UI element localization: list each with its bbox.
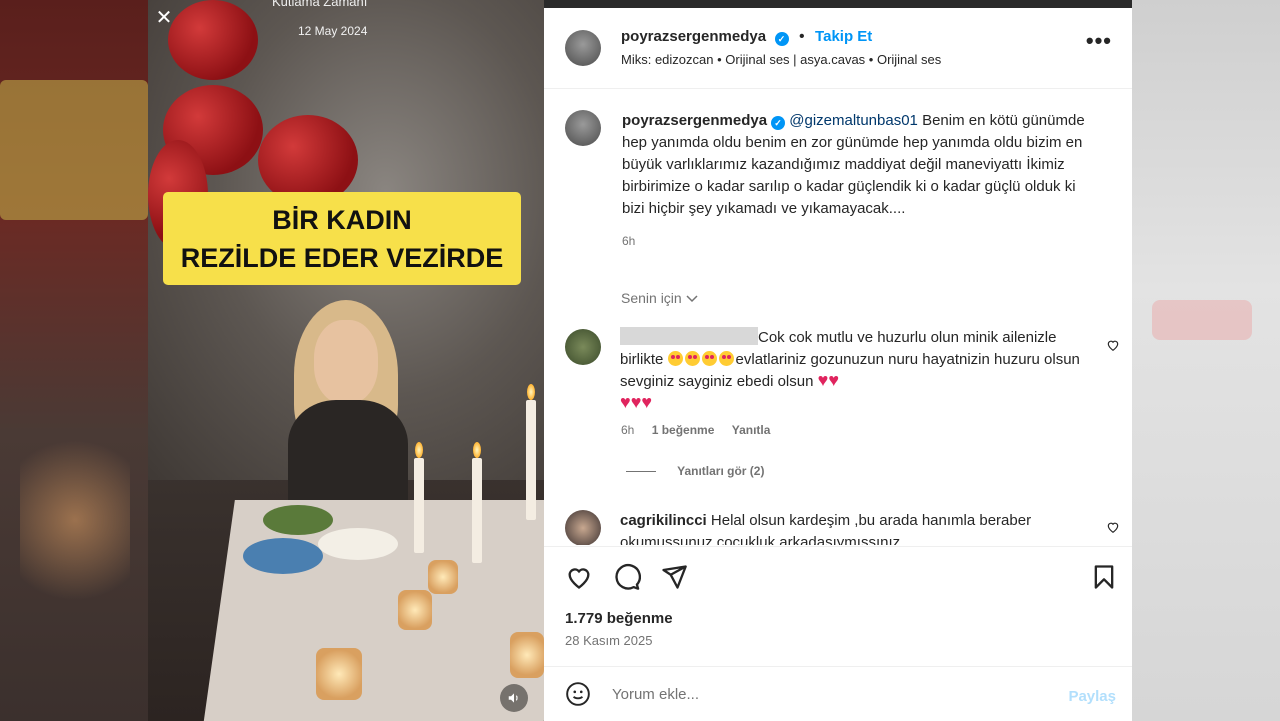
heart-eyes-emoji: [718, 351, 734, 366]
caption-mention[interactable]: @gizemaltunbas01: [789, 112, 918, 129]
emoji-icon[interactable]: [565, 681, 591, 712]
video-date: 12 May 2024: [298, 24, 368, 38]
sort-label: Senin için: [621, 290, 682, 306]
comment-sort-dropdown[interactable]: Senin için: [621, 290, 698, 306]
comment-input[interactable]: [612, 686, 1032, 703]
comment-likes[interactable]: 1 beğenme: [652, 423, 715, 437]
reel-video[interactable]: ✕ Kutlama Zamanı 12 May 2024 BİR KADIN R…: [148, 0, 544, 721]
comment-item: cagrikilincci Helal olsun kardeşim ,bu a…: [620, 510, 1090, 545]
caption-username[interactable]: poyrazsergenmedya: [622, 112, 767, 129]
post-caption: poyrazsergenmedya ✓ @gizemaltunbas01 Beni…: [622, 110, 1092, 252]
caption-line-2: REZİLDE EDER VEZİRDE: [180, 242, 504, 273]
caption-time: 6h: [622, 234, 636, 248]
comment-time: 6h: [621, 423, 635, 437]
verified-icon: ✓: [771, 116, 786, 130]
red-heart-emoji: ♥♥♥: [620, 392, 653, 412]
comment-avatar[interactable]: [565, 329, 601, 365]
caption-line-1: BİR KADIN: [272, 204, 412, 235]
save-icon[interactable]: [1090, 563, 1118, 596]
audio-info[interactable]: Miks: edizozcan • Orijinal ses | asya.ca…: [621, 52, 941, 67]
close-icon[interactable]: ✕: [152, 6, 176, 30]
chevron-down-icon: [686, 290, 698, 306]
post-panel: poyrazsergenmedya ✓ • Takip Et Miks: edi…: [544, 8, 1132, 721]
comment-item: Cok cok mutlu ve huzurlu olun minik aile…: [620, 327, 1090, 415]
heart-eyes-emoji: [667, 351, 683, 366]
post-actions: [544, 546, 1132, 666]
post-date: 28 Kasım 2025: [565, 633, 653, 648]
post-header: poyrazsergenmedya ✓ • Takip Et Miks: edi…: [544, 8, 1132, 89]
avatar[interactable]: [565, 30, 601, 66]
woman-figure: [288, 300, 408, 510]
view-replies-button[interactable]: Yanıtları gör (2): [626, 464, 764, 478]
blurred-backdrop-right: [1132, 0, 1280, 721]
blurred-backdrop-left: [0, 0, 148, 721]
comment-like-icon[interactable]: [1106, 338, 1120, 352]
comment-username[interactable]: cagrikilincci: [620, 512, 707, 529]
likes-count[interactable]: 1.779 beğenme: [565, 610, 673, 627]
reply-button[interactable]: Yanıtla: [732, 423, 771, 437]
follow-button[interactable]: Takip Et: [815, 28, 872, 45]
sound-icon[interactable]: [500, 684, 528, 712]
video-title: Kutlama Zamanı: [272, 0, 368, 9]
username[interactable]: poyrazsergenmedya: [621, 28, 766, 45]
redacted-username: [620, 327, 758, 345]
comment-icon[interactable]: [613, 563, 642, 596]
comment-item-clip: cagrikilincci Helal olsun kardeşim ,bu a…: [544, 500, 1132, 545]
like-icon[interactable]: [565, 563, 593, 596]
video-caption-box: BİR KADIN REZİLDE EDER VEZİRDE: [163, 192, 521, 285]
heart-eyes-emoji: [684, 351, 700, 366]
comment-like-icon[interactable]: [1106, 520, 1120, 534]
share-icon[interactable]: [660, 563, 688, 596]
red-heart-emoji: ♥♥: [817, 370, 839, 390]
verified-icon: ✓: [774, 32, 789, 46]
caption-avatar[interactable]: [565, 110, 601, 146]
view-replies-label: Yanıtları gör (2): [677, 464, 765, 478]
separator: •: [798, 28, 805, 45]
heart-eyes-emoji: [701, 351, 717, 366]
comment-avatar[interactable]: [565, 510, 601, 545]
more-icon[interactable]: •••: [1086, 30, 1112, 52]
post-comment-button[interactable]: Paylaş: [1068, 688, 1116, 705]
comment-bar: Paylaş: [544, 666, 1132, 721]
